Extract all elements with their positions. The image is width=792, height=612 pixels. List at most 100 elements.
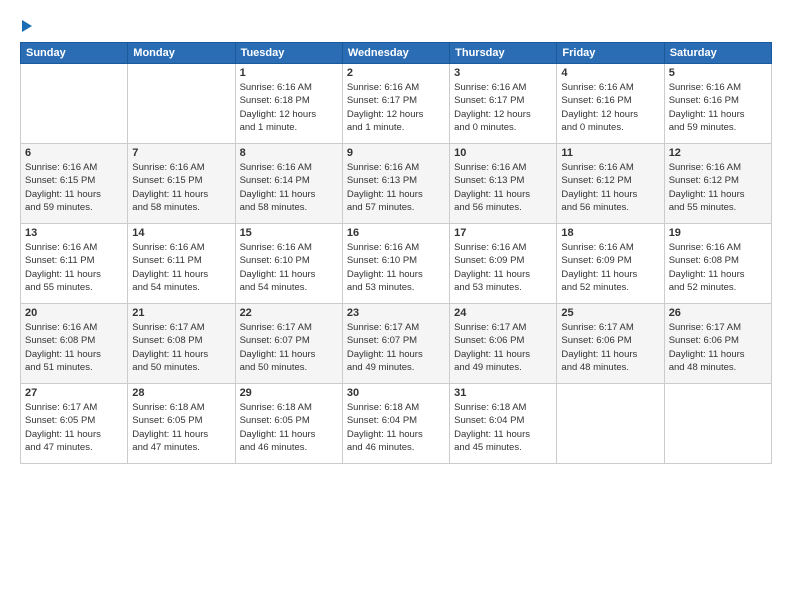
- day-number: 20: [25, 307, 123, 319]
- calendar-cell: 8 Sunrise: 6:16 AM Sunset: 6:14 PM Daylig…: [235, 144, 342, 224]
- calendar-cell: 7Sunrise: 6:16 AM Sunset: 6:15 PM Daylig…: [128, 144, 235, 224]
- day-info: Sunrise: 6:17 AM Sunset: 6:08 PM Dayligh…: [132, 321, 230, 374]
- calendar-cell: 4 Sunrise: 6:16 AM Sunset: 6:16 PM Daylig…: [557, 64, 664, 144]
- day-header-monday: Monday: [128, 43, 235, 64]
- day-info: Sunrise: 6:17 AM Sunset: 6:07 PM Dayligh…: [347, 321, 445, 374]
- calendar-cell: 28 Sunrise: 6:18 AM Sunset: 6:05 PM Dayli…: [128, 384, 235, 464]
- day-number: 17: [454, 227, 552, 239]
- day-info: Sunrise: 6:16 AM Sunset: 6:09 PM Dayligh…: [454, 241, 552, 294]
- calendar-week-row: 6 Sunrise: 6:16 AM Sunset: 6:15 PM Daylig…: [21, 144, 772, 224]
- day-info: Sunrise: 6:16 AM Sunset: 6:13 PM Dayligh…: [347, 161, 445, 214]
- day-number: 13: [25, 227, 123, 239]
- day-number: 21: [132, 307, 230, 319]
- day-info: Sunrise: 6:16 AM Sunset: 6:18 PM Dayligh…: [240, 81, 338, 134]
- day-number: 24: [454, 307, 552, 319]
- calendar-cell: 10Sunrise: 6:16 AM Sunset: 6:13 PM Dayli…: [450, 144, 557, 224]
- day-info: Sunrise: 6:16 AM Sunset: 6:11 PM Dayligh…: [25, 241, 123, 294]
- day-number: 5: [669, 67, 767, 79]
- calendar-cell: 12Sunrise: 6:16 AM Sunset: 6:12 PM Dayli…: [664, 144, 771, 224]
- day-number: 2: [347, 67, 445, 79]
- calendar-cell: 25Sunrise: 6:17 AM Sunset: 6:06 PM Dayli…: [557, 304, 664, 384]
- calendar-cell: 1 Sunrise: 6:16 AM Sunset: 6:18 PM Daylig…: [235, 64, 342, 144]
- day-info: Sunrise: 6:17 AM Sunset: 6:05 PM Dayligh…: [25, 401, 123, 454]
- day-info: Sunrise: 6:17 AM Sunset: 6:06 PM Dayligh…: [561, 321, 659, 374]
- logo-arrow-icon: [22, 20, 32, 32]
- calendar-cell: 31Sunrise: 6:18 AM Sunset: 6:04 PM Dayli…: [450, 384, 557, 464]
- day-header-thursday: Thursday: [450, 43, 557, 64]
- day-info: Sunrise: 6:16 AM Sunset: 6:13 PM Dayligh…: [454, 161, 552, 214]
- calendar-cell: [664, 384, 771, 464]
- calendar-cell: 14 Sunrise: 6:16 AM Sunset: 6:11 PM Dayli…: [128, 224, 235, 304]
- day-number: 16: [347, 227, 445, 239]
- calendar-cell: 22 Sunrise: 6:17 AM Sunset: 6:07 PM Dayli…: [235, 304, 342, 384]
- calendar-table: SundayMondayTuesdayWednesdayThursdayFrid…: [20, 42, 772, 464]
- day-header-saturday: Saturday: [664, 43, 771, 64]
- calendar-cell: 11 Sunrise: 6:16 AM Sunset: 6:12 PM Dayli…: [557, 144, 664, 224]
- day-info: Sunrise: 6:16 AM Sunset: 6:17 PM Dayligh…: [347, 81, 445, 134]
- calendar-cell: 26 Sunrise: 6:17 AM Sunset: 6:06 PM Dayli…: [664, 304, 771, 384]
- day-info: Sunrise: 6:18 AM Sunset: 6:05 PM Dayligh…: [240, 401, 338, 454]
- header: [20, 18, 772, 32]
- calendar-week-row: 27 Sunrise: 6:17 AM Sunset: 6:05 PM Dayli…: [21, 384, 772, 464]
- calendar-cell: 5 Sunrise: 6:16 AM Sunset: 6:16 PM Daylig…: [664, 64, 771, 144]
- day-number: 11: [561, 147, 659, 159]
- day-number: 18: [561, 227, 659, 239]
- day-info: Sunrise: 6:17 AM Sunset: 6:06 PM Dayligh…: [454, 321, 552, 374]
- calendar-cell: 29 Sunrise: 6:18 AM Sunset: 6:05 PM Dayli…: [235, 384, 342, 464]
- day-info: Sunrise: 6:17 AM Sunset: 6:06 PM Dayligh…: [669, 321, 767, 374]
- day-number: 4: [561, 67, 659, 79]
- calendar-cell: 13 Sunrise: 6:16 AM Sunset: 6:11 PM Dayli…: [21, 224, 128, 304]
- calendar-cell: 3Sunrise: 6:16 AM Sunset: 6:17 PM Daylig…: [450, 64, 557, 144]
- calendar-cell: 9 Sunrise: 6:16 AM Sunset: 6:13 PM Daylig…: [342, 144, 449, 224]
- day-number: 22: [240, 307, 338, 319]
- day-number: 29: [240, 387, 338, 399]
- day-info: Sunrise: 6:16 AM Sunset: 6:16 PM Dayligh…: [561, 81, 659, 134]
- day-info: Sunrise: 6:16 AM Sunset: 6:12 PM Dayligh…: [669, 161, 767, 214]
- calendar-cell: [21, 64, 128, 144]
- day-number: 27: [25, 387, 123, 399]
- calendar-cell: 23 Sunrise: 6:17 AM Sunset: 6:07 PM Dayli…: [342, 304, 449, 384]
- day-number: 28: [132, 387, 230, 399]
- calendar-cell: 15Sunrise: 6:16 AM Sunset: 6:10 PM Dayli…: [235, 224, 342, 304]
- calendar-cell: [128, 64, 235, 144]
- calendar-week-row: 13 Sunrise: 6:16 AM Sunset: 6:11 PM Dayli…: [21, 224, 772, 304]
- day-info: Sunrise: 6:16 AM Sunset: 6:08 PM Dayligh…: [25, 321, 123, 374]
- day-info: Sunrise: 6:16 AM Sunset: 6:08 PM Dayligh…: [669, 241, 767, 294]
- day-header-friday: Friday: [557, 43, 664, 64]
- day-number: 6: [25, 147, 123, 159]
- calendar-cell: 17 Sunrise: 6:16 AM Sunset: 6:09 PM Dayli…: [450, 224, 557, 304]
- day-info: Sunrise: 6:16 AM Sunset: 6:17 PM Dayligh…: [454, 81, 552, 134]
- day-number: 1: [240, 67, 338, 79]
- day-info: Sunrise: 6:16 AM Sunset: 6:09 PM Dayligh…: [561, 241, 659, 294]
- calendar-header-row: SundayMondayTuesdayWednesdayThursdayFrid…: [21, 43, 772, 64]
- calendar-cell: 20 Sunrise: 6:16 AM Sunset: 6:08 PM Dayli…: [21, 304, 128, 384]
- day-info: Sunrise: 6:17 AM Sunset: 6:07 PM Dayligh…: [240, 321, 338, 374]
- calendar-cell: 30Sunrise: 6:18 AM Sunset: 6:04 PM Dayli…: [342, 384, 449, 464]
- day-number: 19: [669, 227, 767, 239]
- day-info: Sunrise: 6:18 AM Sunset: 6:04 PM Dayligh…: [347, 401, 445, 454]
- day-info: Sunrise: 6:16 AM Sunset: 6:12 PM Dayligh…: [561, 161, 659, 214]
- day-number: 23: [347, 307, 445, 319]
- day-info: Sunrise: 6:18 AM Sunset: 6:05 PM Dayligh…: [132, 401, 230, 454]
- day-header-sunday: Sunday: [21, 43, 128, 64]
- day-number: 26: [669, 307, 767, 319]
- calendar-week-row: 1 Sunrise: 6:16 AM Sunset: 6:18 PM Daylig…: [21, 64, 772, 144]
- calendar-cell: 21 Sunrise: 6:17 AM Sunset: 6:08 PM Dayli…: [128, 304, 235, 384]
- day-info: Sunrise: 6:16 AM Sunset: 6:10 PM Dayligh…: [240, 241, 338, 294]
- calendar-cell: 6Sunrise: 6:16 AM Sunset: 6:15 PM Daylig…: [21, 144, 128, 224]
- calendar-cell: 27 Sunrise: 6:17 AM Sunset: 6:05 PM Dayli…: [21, 384, 128, 464]
- calendar-cell: 18 Sunrise: 6:16 AM Sunset: 6:09 PM Dayli…: [557, 224, 664, 304]
- day-info: Sunrise: 6:16 AM Sunset: 6:16 PM Dayligh…: [669, 81, 767, 134]
- day-info: Sunrise: 6:16 AM Sunset: 6:11 PM Dayligh…: [132, 241, 230, 294]
- day-info: Sunrise: 6:16 AM Sunset: 6:14 PM Dayligh…: [240, 161, 338, 214]
- calendar-week-row: 20 Sunrise: 6:16 AM Sunset: 6:08 PM Dayli…: [21, 304, 772, 384]
- calendar-cell: [557, 384, 664, 464]
- day-info: Sunrise: 6:16 AM Sunset: 6:10 PM Dayligh…: [347, 241, 445, 294]
- logo: [20, 18, 32, 32]
- day-number: 8: [240, 147, 338, 159]
- calendar-cell: 24 Sunrise: 6:17 AM Sunset: 6:06 PM Dayli…: [450, 304, 557, 384]
- day-number: 9: [347, 147, 445, 159]
- day-number: 14: [132, 227, 230, 239]
- day-info: Sunrise: 6:16 AM Sunset: 6:15 PM Dayligh…: [132, 161, 230, 214]
- day-number: 31: [454, 387, 552, 399]
